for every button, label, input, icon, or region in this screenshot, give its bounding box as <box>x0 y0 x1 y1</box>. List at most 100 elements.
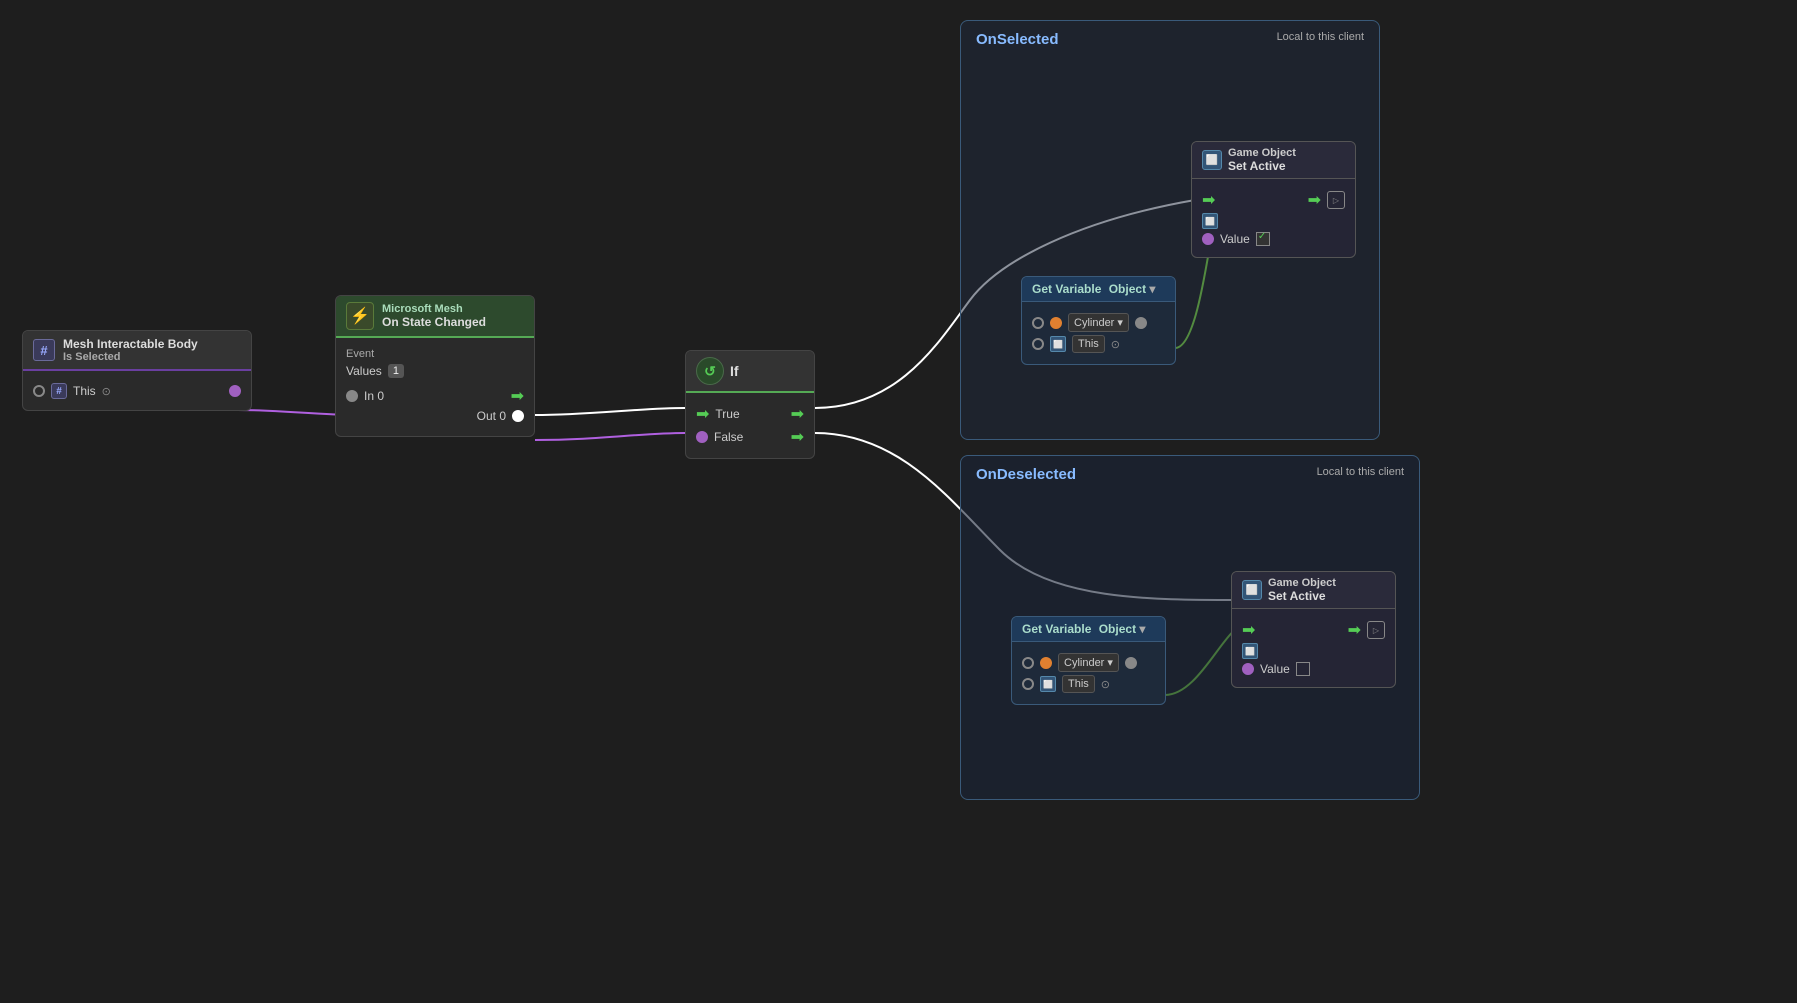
get-var-2-right-port1 <box>1125 657 1137 669</box>
on-state-values-badge: 1 <box>388 364 404 378</box>
get-var-2-body: Cylinder ▾ ⬜ This ⊙ <box>1012 642 1165 704</box>
set-active-1-obj-cube: ⬜ <box>1202 213 1218 229</box>
on-deselected-container: OnDeselected Local to this client ⬜ Game… <box>960 455 1420 800</box>
set-active-1-value-label: Value <box>1220 232 1250 246</box>
on-state-values-row: Values 1 <box>346 364 524 378</box>
if-false-label: False <box>714 430 743 444</box>
mesh-this-label: This <box>73 384 96 398</box>
on-state-in0-row: In 0 ➡ <box>346 386 524 406</box>
on-state-out0-right-port <box>512 410 524 422</box>
if-node: ↺ If ➡ True ➡ False ➡ <box>685 350 815 459</box>
get-var-2-left-port1 <box>1022 657 1034 669</box>
on-state-out0-label: Out 0 <box>477 409 506 423</box>
set-active-2-exec-row: ➡ ➡ ▷ <box>1242 620 1385 640</box>
refresh-icon: ↺ <box>696 357 724 385</box>
on-state-changed-body: Event Values 1 In 0 ➡ Out 0 <box>336 338 534 436</box>
get-var-2-chevron: ▾ <box>1139 622 1145 636</box>
mesh-interactable-body: # This ⊙ <box>23 371 251 410</box>
on-state-in0-label: In 0 <box>364 389 384 403</box>
if-true-label: True <box>715 407 739 421</box>
if-true-row: ➡ True ➡ <box>696 404 804 424</box>
on-selected-container: OnSelected Local to this client ⬜ Game O… <box>960 20 1380 440</box>
mesh-interactable-title: Mesh Interactable Body <box>63 337 198 351</box>
mesh-interactable-header: # Mesh Interactable Body Is Selected <box>23 331 251 371</box>
get-var-1-left-port2 <box>1032 338 1044 350</box>
bolt-icon: ⚡ <box>346 302 374 330</box>
set-active-1-cube-icon: ⬜ <box>1202 150 1222 170</box>
get-var-1-row2: ⬜ This ⊙ <box>1032 335 1165 353</box>
set-active-2-value-label: Value <box>1260 662 1290 676</box>
on-state-changed-header: ⚡ Microsoft Mesh On State Changed <box>336 296 534 338</box>
set-active-2-local-badge: Local to this client <box>1317 466 1404 478</box>
set-active-1-play-btn: ▷ <box>1327 191 1345 209</box>
get-var-1-body: Cylinder ▾ ⬜ This ⊙ <box>1022 302 1175 364</box>
on-state-provider: Microsoft Mesh <box>382 303 486 315</box>
on-state-out0-row: Out 0 <box>346 409 524 423</box>
get-var-1-chevron: ▾ <box>1149 282 1155 296</box>
get-var-2-orange-port <box>1040 657 1052 669</box>
get-var-1-orange-port <box>1050 317 1062 329</box>
if-body: ➡ True ➡ False ➡ <box>686 393 814 458</box>
on-state-title: On State Changed <box>382 315 486 329</box>
set-active-1-node: ⬜ Game Object Set Active ➡ ➡ ▷ ⬜ Value <box>1191 141 1356 258</box>
on-state-changed-node: ⚡ Microsoft Mesh On State Changed Event … <box>335 295 535 437</box>
set-active-1-value-port <box>1202 233 1214 245</box>
mesh-this-left-port <box>33 385 45 397</box>
set-active-1-local-badge: Local to this client <box>1277 31 1364 43</box>
get-var-2-row1: Cylinder ▾ <box>1022 653 1155 672</box>
get-var-1-left-port1 <box>1032 317 1044 329</box>
get-var-2-subtitle: Object <box>1099 622 1136 636</box>
set-active-1-value-row: Value <box>1202 232 1345 246</box>
set-active-2-obj-row: ⬜ <box>1242 643 1385 659</box>
get-var-1-header: Get Variable Object ▾ <box>1022 277 1175 302</box>
get-var-1-cube: ⬜ <box>1050 336 1066 352</box>
set-active-2-play-btn: ▷ <box>1367 621 1385 639</box>
set-active-1-body: ➡ ➡ ▷ ⬜ Value <box>1192 179 1355 257</box>
mesh-this-hash: # <box>51 383 67 399</box>
mesh-this-clock: ⊙ <box>102 385 111 398</box>
get-var-2-dropdown2[interactable]: This <box>1062 675 1095 693</box>
if-true-out-arrow: ➡ <box>791 404 804 424</box>
get-var-2-dropdown1[interactable]: Cylinder ▾ <box>1058 653 1119 672</box>
set-active-2-node: ⬜ Game Object Set Active ➡ ➡ ▷ ⬜ Value <box>1231 571 1396 688</box>
get-var-2-row2: ⬜ This ⊙ <box>1022 675 1155 693</box>
get-var-2-left-port2 <box>1022 678 1034 690</box>
get-var-1-dropdown1[interactable]: Cylinder ▾ <box>1068 313 1129 332</box>
get-var-1-node: Get Variable Object ▾ Cylinder ▾ ⬜ <box>1021 276 1176 365</box>
if-false-in-port <box>696 431 708 443</box>
set-active-2-cube-icon: ⬜ <box>1242 580 1262 600</box>
get-var-2-node: Get Variable Object ▾ Cylinder ▾ ⬜ <box>1011 616 1166 705</box>
set-active-2-value-port <box>1242 663 1254 675</box>
hash-icon: # <box>33 339 55 361</box>
get-var-1-clock: ⊙ <box>1111 338 1120 351</box>
mesh-this-right-port <box>229 385 241 397</box>
if-title: If <box>730 363 739 379</box>
get-var-1-title: Get Variable <box>1032 282 1101 296</box>
set-active-1-subtitle: Set Active <box>1228 159 1296 173</box>
set-active-2-obj-cube: ⬜ <box>1242 643 1258 659</box>
on-state-values-label: Values <box>346 364 382 378</box>
set-active-1-out-arrow: ➡ <box>1308 190 1321 210</box>
set-active-2-subtitle: Set Active <box>1268 589 1336 603</box>
mesh-this-port-row: # This ⊙ <box>33 383 241 399</box>
if-false-row: False ➡ <box>696 427 804 447</box>
get-var-1-subtitle: Object <box>1109 282 1146 296</box>
get-var-1-right-port1 <box>1135 317 1147 329</box>
get-var-2-clock: ⊙ <box>1101 678 1110 691</box>
set-active-2-out-arrow: ➡ <box>1348 620 1361 640</box>
if-true-in-arrow: ➡ <box>696 404 709 424</box>
on-state-in0-arrow: ➡ <box>511 386 524 406</box>
get-var-1-row1: Cylinder ▾ <box>1032 313 1165 332</box>
set-active-1-in-arrow: ➡ <box>1202 190 1215 210</box>
get-var-2-cube: ⬜ <box>1040 676 1056 692</box>
on-state-event-label: Event <box>346 348 524 360</box>
get-var-1-dropdown2[interactable]: This <box>1072 335 1105 353</box>
set-active-2-value-check <box>1296 662 1310 676</box>
if-false-out-arrow: ➡ <box>791 427 804 447</box>
set-active-1-exec-row: ➡ ➡ ▷ <box>1202 190 1345 210</box>
set-active-1-obj-row: ⬜ <box>1202 213 1345 229</box>
on-deselected-label: OnDeselected <box>976 466 1076 483</box>
get-var-2-title: Get Variable <box>1022 622 1091 636</box>
if-header: ↺ If <box>686 351 814 393</box>
mesh-interactable-subtitle: Is Selected <box>63 351 198 363</box>
